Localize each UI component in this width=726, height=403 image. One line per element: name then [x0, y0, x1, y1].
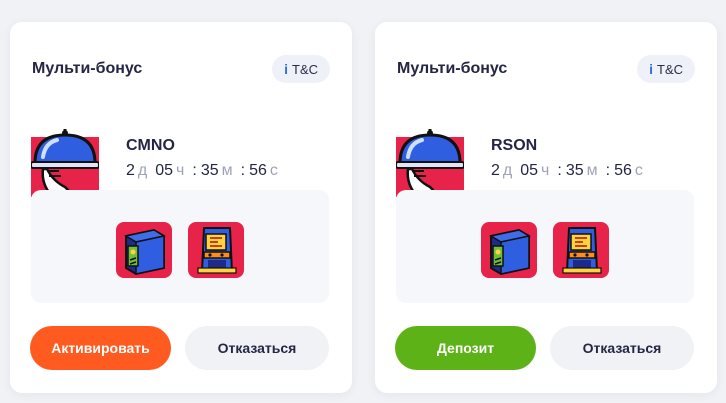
- timer-seconds: 56: [614, 162, 632, 179]
- timer-separator: :: [240, 162, 246, 179]
- timer-days: 2: [126, 162, 135, 179]
- timer-hours-unit: ч: [176, 162, 185, 179]
- timer-seconds-unit: с: [634, 162, 643, 179]
- timer-separator: :: [192, 162, 197, 179]
- game-tile-arcade[interactable]: [188, 222, 244, 278]
- bonus-name: CMNO: [126, 137, 175, 154]
- timer-days-unit: д: [137, 162, 148, 179]
- tc-label: T&C: [292, 61, 318, 77]
- blue-safe-game-icon: [116, 222, 172, 278]
- game-tile-safe[interactable]: [116, 222, 172, 278]
- timer-separator: :: [605, 162, 611, 179]
- timer-separator: :: [557, 162, 562, 179]
- decline-button[interactable]: Отказаться: [550, 326, 694, 370]
- cloche-waiter-icon: [31, 129, 99, 197]
- blue-safe-game-icon: [481, 222, 537, 278]
- games-panel: [396, 190, 694, 303]
- tc-label: T&C: [657, 61, 683, 77]
- deposit-button[interactable]: Депозит: [395, 326, 536, 370]
- countdown-timer: 2 д 05 ч:35 м:56 с: [491, 162, 643, 180]
- timer-days: 2: [491, 162, 500, 179]
- timer-seconds: 56: [249, 162, 267, 179]
- decline-button[interactable]: Отказаться: [185, 326, 329, 370]
- timer-minutes: 35: [565, 162, 584, 179]
- bonus-card: Мульти-бонус i T&C CMNO 2 д 05 ч:35 м:56 с Ак…: [10, 22, 352, 393]
- tc-button[interactable]: i T&C: [272, 55, 330, 83]
- cloche-waiter-icon: [396, 129, 464, 197]
- info-icon: i: [649, 61, 653, 77]
- timer-minutes-unit: м: [221, 162, 233, 179]
- game-tile-arcade[interactable]: [553, 222, 609, 278]
- timer-days-unit: д: [502, 162, 513, 179]
- bonus-name: RSON: [491, 137, 538, 154]
- card-title: Мульти-бонус: [397, 60, 508, 77]
- tc-button[interactable]: i T&C: [637, 55, 695, 83]
- bonus-card: Мульти-бонус i T&C RSON 2 д 05 ч:35 м:56 с Де…: [375, 22, 717, 393]
- games-panel: [31, 190, 329, 303]
- card-title: Мульти-бонус: [32, 60, 143, 77]
- arcade-machine-game-icon: [553, 222, 609, 278]
- timer-minutes-unit: м: [586, 162, 598, 179]
- timer-hours: 05: [155, 162, 174, 179]
- arcade-machine-game-icon: [188, 222, 244, 278]
- activate-button[interactable]: Активировать: [30, 326, 171, 370]
- timer-minutes: 35: [200, 162, 219, 179]
- info-icon: i: [284, 61, 288, 77]
- timer-seconds-unit: с: [269, 162, 278, 179]
- countdown-timer: 2 д 05 ч:35 м:56 с: [126, 162, 278, 180]
- game-tile-safe[interactable]: [481, 222, 537, 278]
- timer-hours-unit: ч: [541, 162, 550, 179]
- timer-hours: 05: [520, 162, 539, 179]
